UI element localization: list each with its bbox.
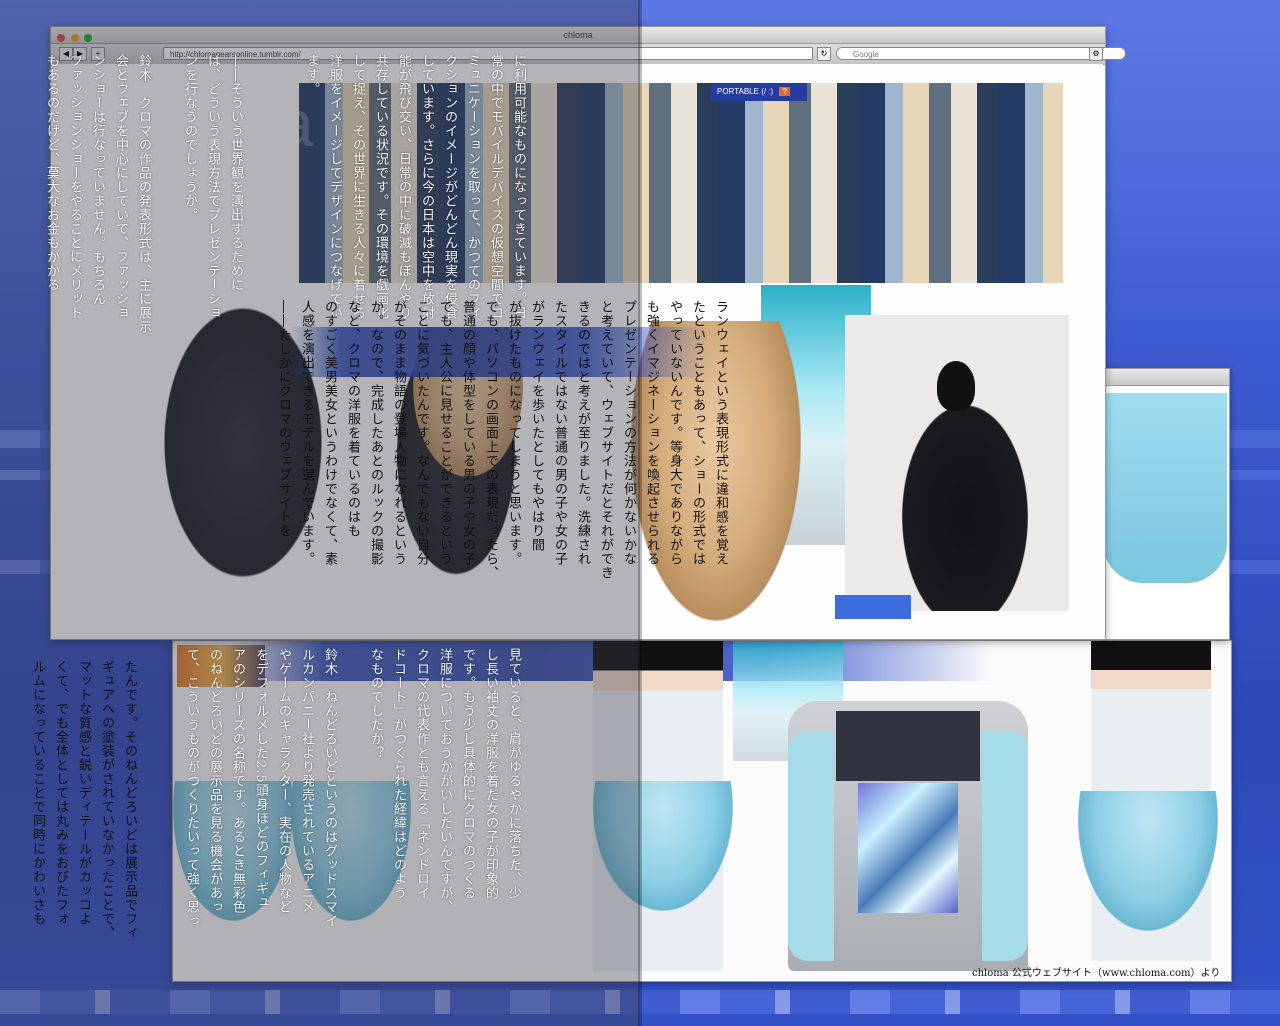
text-column-left-bottom: たんです。そのねんどろいどは展示品でフィ ギュアへの塗装がされていなかったことで、…: [26, 660, 141, 960]
text-line: [247, 54, 270, 634]
sweatshirt-yoke: [836, 711, 980, 781]
sweatshirt-print: [858, 783, 958, 913]
settings-icon[interactable]: ⚙: [1089, 47, 1103, 61]
text-line: ンショーは行なっていません。もちろん: [90, 54, 105, 306]
text-line: ドコート」がつくられた経緯はどのよう: [391, 648, 406, 900]
text-line: ギュアへの塗装がされていなかったことで、: [99, 660, 114, 940]
text-line: でも、主人公に見せることができるという: [437, 300, 452, 566]
text-line: ンを行なうのでしょうか。: [182, 54, 197, 222]
text-line: なものでしたか？: [368, 648, 383, 760]
text-line: がランウェイを歩いたとしてもやはり間: [529, 300, 544, 552]
text-line: か。なので、完成したあとのルックの撮影: [368, 300, 383, 566]
close-icon[interactable]: [57, 34, 65, 42]
text-line: たんです。そのねんどろいどは展示品でフィ: [122, 660, 137, 940]
popup-label: PORTABLE (/ :): [717, 87, 774, 96]
text-line: もあるのだけど、莫大なお金もかかる: [44, 54, 59, 292]
reload-icon[interactable]: ↻: [817, 47, 831, 61]
text-column-right-top: ランウェイという表現形式に違和感を覚え たということもあって、ショーの形式では やっ…: [272, 300, 732, 636]
text-line: は、どういう表現方法でプレゼンテーショ: [205, 54, 220, 320]
text-line: [341, 648, 364, 948]
text-line: きるのではと考えが至りました。洗練され: [575, 300, 590, 566]
skirt-photo: [1103, 393, 1227, 583]
text-line: ――そういう世界観を演出するために: [228, 54, 243, 292]
text-column-right-bottom: 見ていると、肩がゆるやかに落ちた、少 し長い袖丈の洋服を着た女の子が印象的 です。も…: [180, 648, 525, 948]
window-titlebar: chloma: [51, 27, 1105, 44]
help-icon[interactable]: ?: [779, 87, 790, 96]
text-line: て、こういうものがつくりたいって強く思っ: [184, 648, 199, 928]
text-line: です。もう少し具体的にクロマのつくる: [460, 648, 475, 900]
text-line: ルムになっていることで同時にかわいさも: [30, 660, 45, 926]
sweatshirt-sleeve: [982, 731, 1028, 961]
text-line: たということもあって、ショーの形式では: [690, 300, 705, 566]
text-line: アのシリーズの名称です。あるとき無彩色: [230, 648, 245, 914]
text-line: 鈴木 ねんどろいどというのはグッドスマイ: [322, 648, 337, 928]
search-input[interactable]: Google: [836, 47, 1126, 60]
text-line: やっていないんです。等身大でありながら: [667, 300, 682, 566]
text-line: 普通の顔や体型をしている男の子や女の子: [460, 300, 475, 566]
text-line: 鈴木 クロマの作品の発表形式は、主に展示: [136, 54, 151, 334]
text-line: のねんどろいどの展示品を見る機会があっ: [207, 648, 222, 914]
blue-button-shape: [835, 595, 911, 619]
sweatshirt-photo: [788, 701, 1028, 971]
text-line: でも、パソコンの画面上での表現だったら、: [483, 300, 498, 580]
maximize-icon[interactable]: [84, 34, 93, 42]
text-line: 洋服についておうかがいしたいんですが、: [437, 648, 452, 914]
text-line: が抜けたものになってしまうと思います。: [506, 300, 521, 566]
popup-bar[interactable]: PORTABLE (/ :) ?: [711, 83, 807, 101]
text-line: マットな質感と鋭いディテールがカッコよ: [76, 660, 91, 926]
text-line: やゲームのキャラクター、実在の人物など: [276, 648, 291, 914]
text-line: のすごく美男美女というわけでなくて、素: [322, 300, 337, 566]
text-line: くて、でも全体としては丸みをおびたフォ: [53, 660, 68, 926]
text-column-left-top-b: ――そういう世界観を演出するために は、どういう表現方法でプレゼンテーショ ンを行な…: [40, 54, 270, 634]
model-portrait: [845, 315, 1069, 611]
text-line: ルカンパニー社より発売されているアニメ: [299, 648, 314, 914]
text-line: クロマの代表作とも言える「ネンドロイ: [414, 648, 429, 900]
black-coat-photo: [885, 375, 1045, 611]
image-caption: chloma 公式ウェブサイト（www.chloma.com）より: [972, 968, 1221, 979]
window-title: chloma: [563, 30, 593, 40]
text-line: し長い袖丈の洋服を着た女の子が印象的: [483, 648, 498, 900]
text-line: ことに気づいたんです。なんでもない自分: [414, 300, 429, 566]
model-skirt: [593, 781, 733, 911]
text-line: ――たしかにクロマのウェブサイトを: [276, 300, 291, 538]
sweatshirt-sleeve: [788, 731, 834, 961]
browser-window-small: [1102, 368, 1230, 640]
text-line: ファッションショーをやることにメリット: [67, 54, 82, 320]
text-line: 人感を演出できるモデルを選んでいます。: [299, 300, 314, 566]
text-line: がそのまま物語の登場人物になれるという: [391, 300, 406, 566]
text-line: ランウェイという表現形式に違和感を覚え: [713, 300, 728, 566]
text-line: 見ていると、肩がゆるやかに落ちた、少: [506, 648, 521, 900]
text-line: プレゼンテーションの方法が何かないかな: [621, 300, 636, 566]
text-line: と考えていて、ウェブサイトだとそれができ: [598, 300, 613, 580]
model-head: [937, 361, 975, 411]
text-line: 会とウェブを中心にしていて、ファッショ: [113, 54, 128, 320]
window-titlebar: [1103, 369, 1229, 386]
text-line: など、クロマの洋服を着ているのはも: [345, 300, 360, 538]
text-line: をデフォルメした2.5頭身ほどのフィギュ: [253, 648, 268, 910]
text-line: [155, 54, 178, 634]
text-line: も強くイマジネーションを喚起させられる: [644, 300, 659, 566]
minimize-icon[interactable]: [70, 34, 79, 42]
text-line: たスタイルではない普通の男の子や女の子: [552, 300, 567, 566]
model-skirt: [1078, 791, 1218, 931]
